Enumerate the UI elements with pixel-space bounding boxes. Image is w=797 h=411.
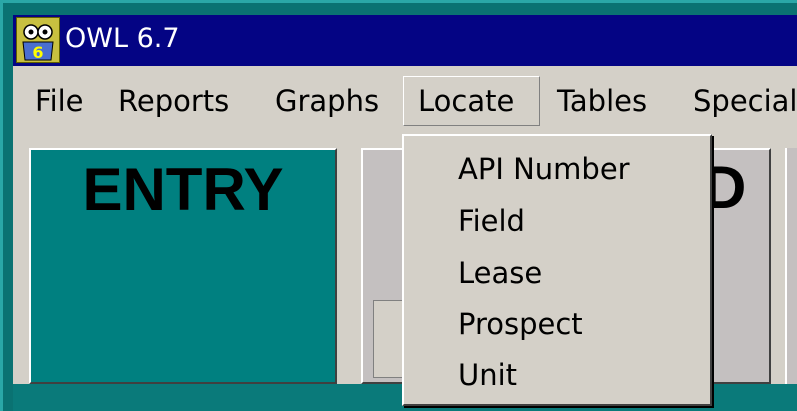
entry-label: ENTRY	[82, 156, 284, 223]
menu-bar: File Reports Graphs Locate Tables Specia…	[13, 66, 797, 136]
locate-api-number[interactable]: API Number	[458, 144, 630, 194]
menu-reports[interactable]: Reports	[118, 76, 229, 126]
locate-prospect[interactable]: Prospect	[458, 299, 583, 349]
svg-text:6: 6	[32, 43, 43, 62]
owl-app-icon[interactable]: 6	[16, 17, 60, 63]
menu-tables[interactable]: Tables	[557, 76, 647, 126]
third-panel[interactable]	[785, 148, 797, 384]
locate-unit[interactable]: Unit	[458, 350, 517, 400]
menu-graphs[interactable]: Graphs	[275, 76, 379, 126]
menu-special[interactable]: Special	[693, 76, 797, 126]
entry-panel[interactable]: ENTRY	[29, 148, 337, 384]
title-bar: 6 OWL 6.7	[13, 15, 797, 66]
window-title: OWL 6.7	[65, 23, 180, 54]
locate-field[interactable]: Field	[458, 196, 525, 246]
locate-lease[interactable]: Lease	[458, 248, 542, 298]
menu-file[interactable]: File	[35, 76, 84, 126]
menu-locate[interactable]: Locate	[403, 76, 540, 126]
locate-dropdown-menu: API Number Field Lease Prospect Unit	[402, 134, 712, 406]
